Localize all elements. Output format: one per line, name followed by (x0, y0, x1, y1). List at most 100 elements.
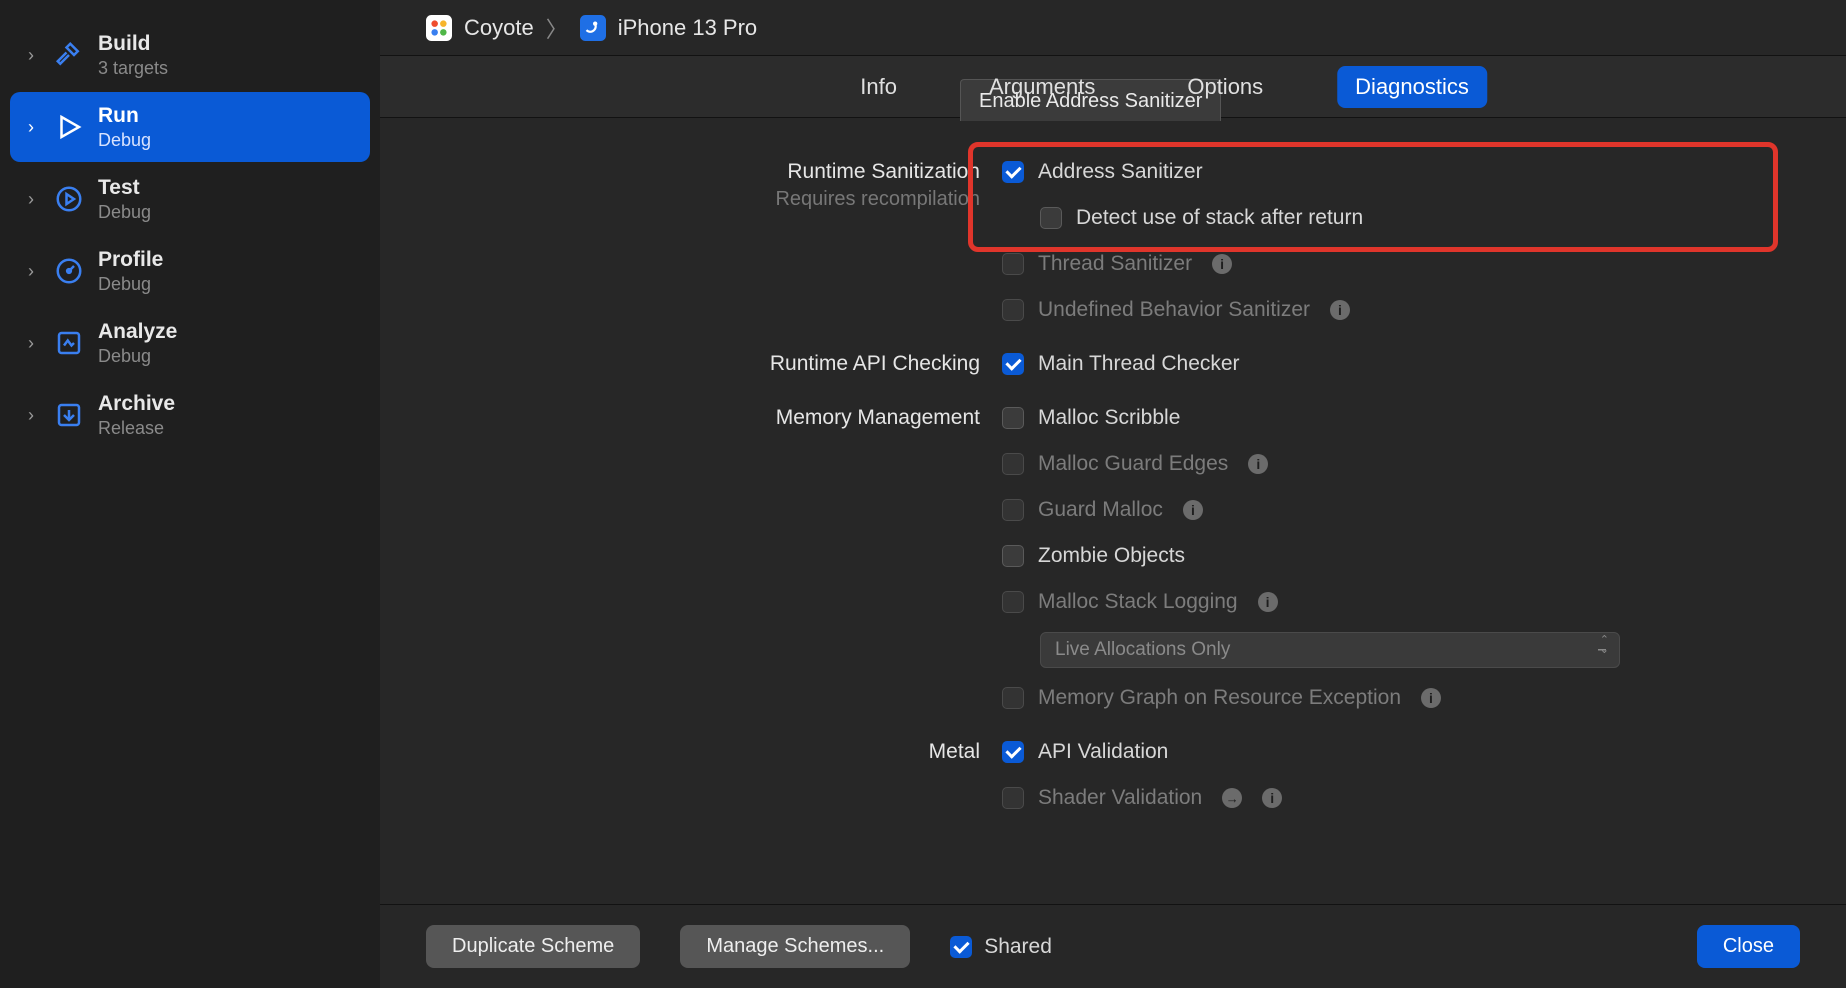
option-undefined-behavior-sanitizer: Undefined Behavior Sanitizer i (1002, 294, 1786, 326)
sidebar-item-sub: Release (98, 417, 175, 440)
app-icon (426, 15, 452, 41)
chevron-right-icon: › (28, 405, 40, 426)
manage-schemes-button[interactable]: Manage Schemes... (680, 925, 910, 968)
sidebar-item-title: Run (98, 103, 151, 129)
select-stack-logging-mode[interactable]: Live Allocations Only (1040, 632, 1620, 668)
option-memory-graph-exception: Memory Graph on Resource Exception i (1002, 682, 1786, 714)
option-zombie-objects: Zombie Objects (1002, 540, 1786, 572)
sidebar-item-build[interactable]: › Build 3 targets (10, 20, 370, 90)
checkbox-shader-validation[interactable] (1002, 787, 1024, 809)
breadcrumb-device[interactable]: iPhone 13 Pro (618, 15, 757, 41)
option-api-validation: API Validation (1002, 736, 1786, 768)
option-address-sanitizer: Address Sanitizer (1002, 156, 1786, 188)
group-memory-management: Memory Management Malloc Scribble Malloc… (440, 402, 1786, 714)
chevron-right-icon: › (28, 261, 40, 282)
checkbox-malloc-scribble[interactable] (1002, 407, 1024, 429)
checkbox-ubsan[interactable] (1002, 299, 1024, 321)
sidebar-item-archive[interactable]: › Archive Release (10, 380, 370, 450)
sidebar-item-analyze[interactable]: › Analyze Debug (10, 308, 370, 378)
option-label: Malloc Guard Edges (1038, 452, 1228, 476)
checkbox-zombie-objects[interactable] (1002, 545, 1024, 567)
gauge-icon (54, 256, 84, 286)
sidebar-item-sub: Debug (98, 273, 163, 296)
sidebar-item-sub: Debug (98, 345, 177, 368)
select-value: Live Allocations Only (1055, 639, 1230, 660)
option-label: Memory Graph on Resource Exception (1038, 686, 1401, 710)
group-subtitle: Requires recompilation (440, 188, 980, 211)
info-icon[interactable]: i (1262, 788, 1282, 808)
checkbox-address-sanitizer[interactable] (1002, 161, 1024, 183)
option-label: Malloc Scribble (1038, 406, 1180, 430)
arrow-right-icon[interactable]: → (1222, 788, 1242, 808)
info-icon[interactable]: i (1248, 454, 1268, 474)
breadcrumb-project[interactable]: Coyote (464, 15, 534, 41)
shared-option: Shared (950, 935, 1052, 959)
duplicate-scheme-button[interactable]: Duplicate Scheme (426, 925, 640, 968)
info-icon[interactable]: i (1421, 688, 1441, 708)
archive-icon (54, 400, 84, 430)
tab-options[interactable]: Options (1169, 66, 1281, 108)
tab-info[interactable]: Info (842, 66, 915, 108)
option-label: Detect use of stack after return (1076, 206, 1363, 230)
option-main-thread-checker: Main Thread Checker (1002, 348, 1786, 380)
main-pane: Coyote 〉 iPhone 13 Pro Enable Address Sa… (380, 0, 1846, 988)
chevron-right-icon: › (28, 189, 40, 210)
option-label: API Validation (1038, 740, 1168, 764)
sidebar-item-title: Archive (98, 391, 175, 417)
sidebar-item-title: Test (98, 175, 151, 201)
sidebar-item-title: Analyze (98, 319, 177, 345)
group-title: Metal (440, 740, 980, 764)
tab-bar: Enable Address Sanitizer Info Arguments … (380, 56, 1846, 118)
group-title: Runtime Sanitization (440, 160, 980, 184)
sidebar-item-sub: 3 targets (98, 57, 168, 80)
sidebar-item-run[interactable]: › Run Debug (10, 92, 370, 162)
sidebar-item-title: Build (98, 31, 168, 57)
option-guard-malloc: Guard Malloc i (1002, 494, 1786, 526)
option-label: Thread Sanitizer (1038, 252, 1192, 276)
checkbox-memory-graph-exception[interactable] (1002, 687, 1024, 709)
checkbox-malloc-stack-logging[interactable] (1002, 591, 1024, 613)
sidebar-item-test[interactable]: › Test Debug (10, 164, 370, 234)
checkbox-guard-malloc[interactable] (1002, 499, 1024, 521)
tab-arguments[interactable]: Arguments (971, 66, 1113, 108)
footer: Duplicate Scheme Manage Schemes... Share… (380, 904, 1846, 988)
sidebar-item-profile[interactable]: › Profile Debug (10, 236, 370, 306)
checkbox-shared[interactable] (950, 936, 972, 958)
option-label: Malloc Stack Logging (1038, 590, 1238, 614)
scheme-sidebar: › Build 3 targets › Run Debug › Test Deb… (0, 0, 380, 988)
checkbox-api-validation[interactable] (1002, 741, 1024, 763)
close-button[interactable]: Close (1697, 925, 1800, 968)
group-metal: Metal API Validation Shader Validation →… (440, 736, 1786, 814)
play-icon (54, 112, 84, 142)
chevron-right-icon: › (28, 333, 40, 354)
group-title: Memory Management (440, 406, 980, 430)
checkbox-thread-sanitizer[interactable] (1002, 253, 1024, 275)
tab-diagnostics[interactable]: Diagnostics (1337, 66, 1487, 108)
checkbox-main-thread-checker[interactable] (1002, 353, 1024, 375)
option-thread-sanitizer: Thread Sanitizer i (1002, 248, 1786, 280)
option-label: Main Thread Checker (1038, 352, 1240, 376)
sidebar-item-sub: Debug (98, 129, 151, 152)
info-icon[interactable]: i (1212, 254, 1232, 274)
option-malloc-guard-edges: Malloc Guard Edges i (1002, 448, 1786, 480)
sidebar-item-sub: Debug (98, 201, 151, 224)
analyze-icon (54, 328, 84, 358)
breadcrumb: Coyote 〉 iPhone 13 Pro (380, 0, 1846, 56)
checkbox-malloc-guard-edges[interactable] (1002, 453, 1024, 475)
info-icon[interactable]: i (1330, 300, 1350, 320)
chevron-right-icon: › (28, 45, 40, 66)
option-malloc-stack-logging: Malloc Stack Logging i (1002, 586, 1786, 618)
option-malloc-scribble: Malloc Scribble (1002, 402, 1786, 434)
chevron-right-icon: › (28, 117, 40, 138)
option-label: Undefined Behavior Sanitizer (1038, 298, 1310, 322)
option-label: Guard Malloc (1038, 498, 1163, 522)
group-runtime-api-checking: Runtime API Checking Main Thread Checker (440, 348, 1786, 380)
group-runtime-sanitization: Runtime Sanitization Requires recompilat… (440, 156, 1786, 326)
info-icon[interactable]: i (1183, 500, 1203, 520)
diagnostics-body: Runtime Sanitization Requires recompilat… (380, 118, 1846, 904)
option-shader-validation: Shader Validation → i (1002, 782, 1786, 814)
device-icon (580, 15, 606, 41)
info-icon[interactable]: i (1258, 592, 1278, 612)
checkbox-detect-stack-after-return[interactable] (1040, 207, 1062, 229)
option-label: Shader Validation (1038, 786, 1202, 810)
